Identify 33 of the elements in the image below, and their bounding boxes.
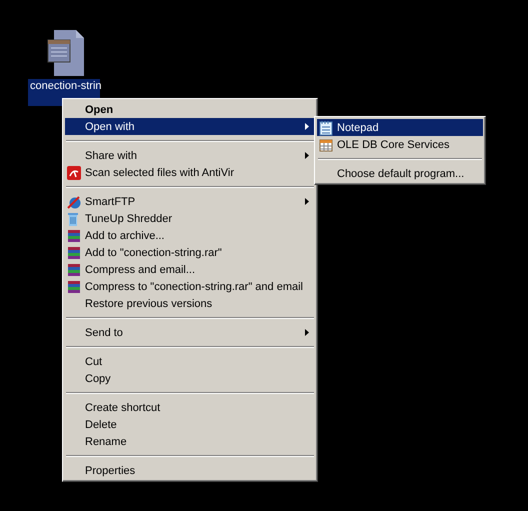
menu-item[interactable]: Send to xyxy=(65,324,315,341)
books-icon xyxy=(67,228,81,242)
menu-item[interactable]: Add to "conection-string.rar" xyxy=(65,244,315,261)
menu-item[interactable]: Scan selected files with AntiVir xyxy=(65,164,315,181)
table-icon xyxy=(319,138,333,152)
books-icon xyxy=(67,262,81,276)
menu-item[interactable]: Cut xyxy=(65,353,315,370)
submenu-arrow-icon xyxy=(305,152,309,159)
menu-item[interactable]: Compress to "conection-string.rar" and email xyxy=(65,278,315,295)
umbrella-icon xyxy=(67,166,81,180)
menu-item[interactable]: Compress and email... xyxy=(65,261,315,278)
globe-icon xyxy=(67,194,81,208)
menu-item[interactable]: TuneUp Shredder xyxy=(65,210,315,227)
books-icon xyxy=(67,246,81,260)
menu-item[interactable]: SmartFTP xyxy=(65,193,315,210)
submenu-arrow-icon xyxy=(305,123,309,130)
menu-item[interactable]: Notepad xyxy=(317,119,483,136)
menu-item[interactable]: Copy xyxy=(65,370,315,387)
menu-item[interactable]: Create shortcut xyxy=(65,399,315,416)
menu-item[interactable]: Restore previous versions xyxy=(65,295,315,312)
menu-item[interactable]: Choose default program... xyxy=(317,165,483,182)
trash-icon xyxy=(67,212,79,226)
submenu-arrow-icon xyxy=(305,198,309,205)
books-icon xyxy=(67,280,81,294)
menu-item[interactable]: Rename xyxy=(65,433,315,450)
menu-item[interactable]: OLE DB Core Services xyxy=(317,136,483,153)
menu-item[interactable]: Properties xyxy=(65,462,315,479)
menu-item[interactable]: Delete xyxy=(65,416,315,433)
menu-item[interactable]: Open with xyxy=(65,118,315,135)
menu-item[interactable]: Share with xyxy=(65,147,315,164)
submenu-arrow-icon xyxy=(305,329,309,336)
notepad-icon xyxy=(319,120,333,136)
menu-item[interactable]: Add to archive... xyxy=(65,227,315,244)
